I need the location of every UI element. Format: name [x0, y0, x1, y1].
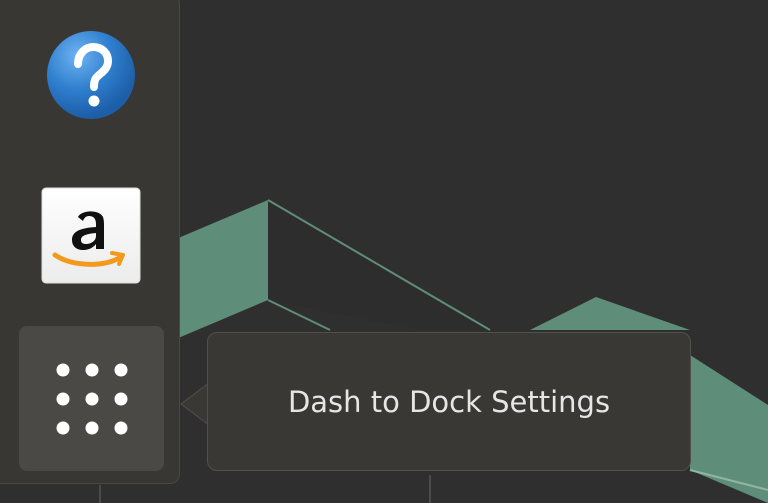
- grid-dot: [56, 392, 70, 406]
- show-applications-grid-icon: [56, 363, 128, 435]
- help-icon-dot: [88, 95, 100, 107]
- show-applications-button[interactable]: [19, 326, 164, 471]
- tooltip-arrow: [180, 382, 210, 426]
- grid-dot: [114, 363, 128, 377]
- grid-dot: [114, 392, 128, 406]
- desktop: Dash to Dock Settings: [0, 0, 768, 503]
- grid-dot: [85, 392, 99, 406]
- dock: [0, 0, 180, 484]
- grid-dot: [56, 421, 70, 435]
- grid-dot: [85, 421, 99, 435]
- grid-dot: [114, 421, 128, 435]
- amazon-launcher[interactable]: [38, 183, 144, 289]
- help-launcher[interactable]: [38, 29, 144, 125]
- grid-dot: [85, 363, 99, 377]
- tooltip: Dash to Dock Settings: [207, 332, 691, 471]
- tooltip-text: Dash to Dock Settings: [287, 384, 611, 419]
- amazon-icon: [41, 187, 141, 284]
- help-icon: [47, 31, 135, 119]
- grid-dot: [56, 363, 70, 377]
- amazon-icon-tile: [41, 187, 141, 284]
